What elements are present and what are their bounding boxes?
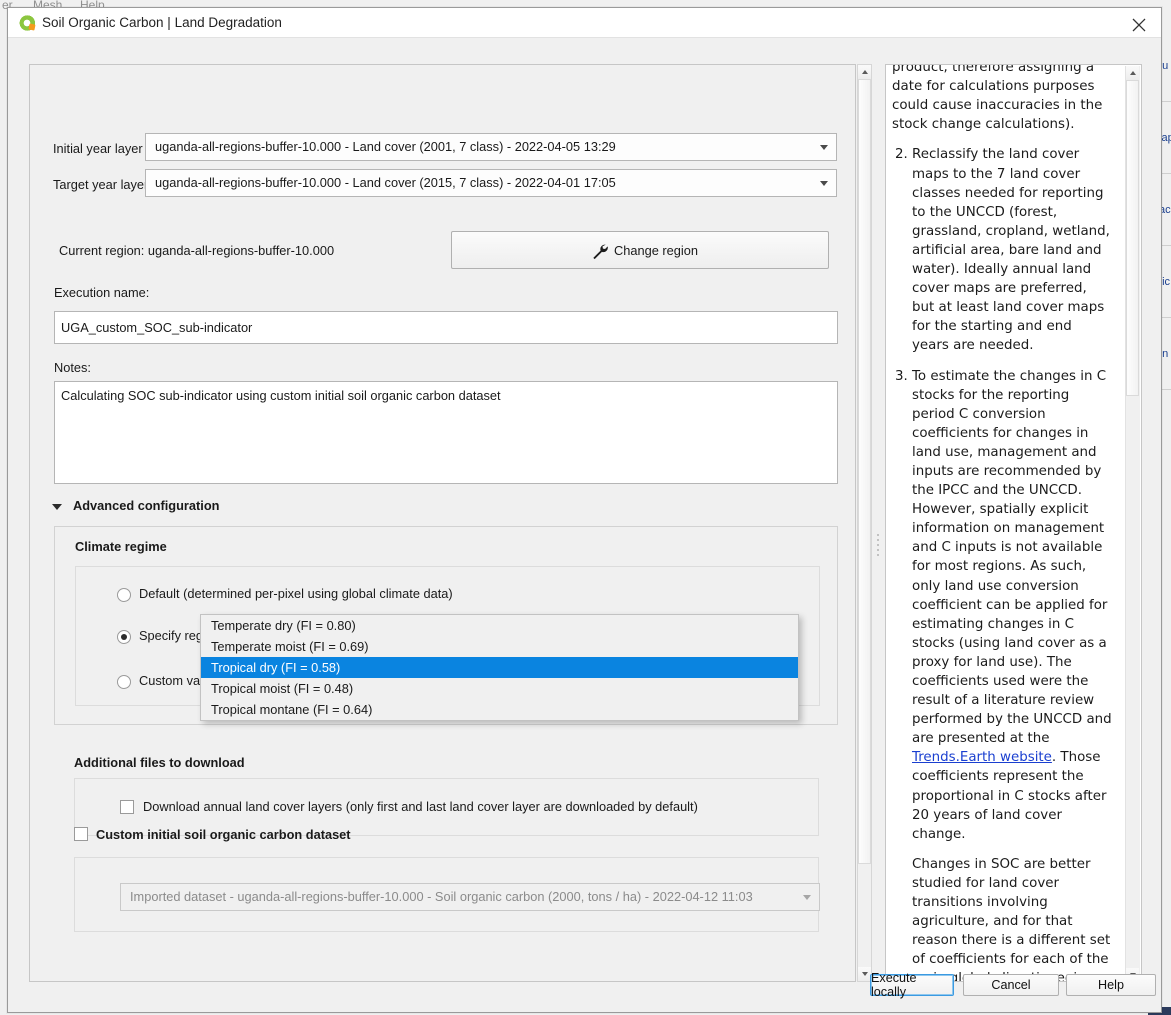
dialog-body: Initial year layer uganda-all-regions-bu… [8,38,1161,1012]
wrench-icon [590,241,610,264]
dropdown-option[interactable]: Tropical montane (FI = 0.64) [201,699,798,720]
scroll-up-button[interactable] [858,65,871,79]
additional-files-title: Additional files to download [74,755,245,770]
docs-step-2: Reclassify the land cover maps to the 7 … [912,145,1112,355]
current-region-label: Current region: uganda-all-regions-buffe… [59,243,334,258]
advanced-configuration-label: Advanced configuration [73,498,219,513]
dialog-footer: Execute locally Cancel Help [8,968,1161,1012]
chevron-down-icon [803,895,811,900]
target-year-layer-combo[interactable]: uganda-all-regions-buffer-10.000 - Land … [145,169,837,197]
notes-textarea[interactable]: Calculating SOC sub-indicator using cust… [54,381,838,484]
execution-name-value: UGA_custom_SOC_sub-indicator [61,320,252,335]
execution-name-label: Execution name: [54,285,149,300]
climate-regime-title: Climate regime [75,539,167,554]
docs-scrollbar-thumb[interactable] [1126,80,1139,396]
cancel-button[interactable]: Cancel [963,974,1059,996]
regime-dropdown-popup[interactable]: Temperate dry (FI = 0.80) Temperate mois… [200,614,799,721]
radio-default-regime-label: Default (determined per-pixel using glob… [139,586,453,601]
dropdown-option[interactable]: Tropical moist (FI = 0.48) [201,678,798,699]
change-region-label: Change region [614,243,698,258]
dropdown-option[interactable]: Temperate dry (FI = 0.80) [201,615,798,636]
custom-soc-dataset-label: Custom initial soil organic carbon datas… [96,827,351,842]
documentation-scrollbar[interactable] [1125,66,1140,982]
initial-year-layer-combo[interactable]: uganda-all-regions-buffer-10.000 - Land … [145,133,837,161]
splitter-grip [877,534,879,559]
form-panel: Initial year layer uganda-all-regions-bu… [29,64,856,982]
custom-soc-dataset-combo[interactable]: Imported dataset - uganda-all-regions-bu… [120,883,820,911]
custom-soc-dataset-checkbox[interactable] [74,827,88,841]
radio-custom-value[interactable] [117,675,131,689]
scrollbar-thumb[interactable] [858,79,871,864]
initial-year-layer-value: uganda-all-regions-buffer-10.000 - Land … [155,139,616,154]
radio-default-regime[interactable] [117,588,131,602]
docs-step-3: To estimate the changes in C stocks for … [912,367,1112,983]
soil-organic-carbon-dialog: Soil Organic Carbon | Land Degradation I… [7,7,1162,1013]
notes-value: Calculating SOC sub-indicator using cust… [61,388,501,403]
dropdown-option-selected[interactable]: Tropical dry (FI = 0.58) [201,657,798,678]
dialog-titlebar: Soil Organic Carbon | Land Degradation [8,8,1161,38]
target-year-layer-label: Target year layer [53,177,148,192]
radio-specify-regime[interactable] [117,630,131,644]
chevron-down-icon [820,181,828,186]
docs-step-3-before-link: To estimate the changes in C stocks for … [912,369,1112,747]
dropdown-option[interactable]: Temperate moist (FI = 0.69) [201,636,798,657]
documentation-panel: many years to produce this product, ther… [885,64,1142,982]
qgis-logo-icon [19,15,35,31]
target-year-layer-value: uganda-all-regions-buffer-10.000 - Land … [155,175,616,190]
download-annual-layers-label: Download annual land cover layers (only … [143,799,698,814]
docs-scroll-up-button[interactable] [1126,66,1139,80]
chevron-down-icon [820,145,828,150]
help-button[interactable]: Help [1066,974,1156,996]
download-annual-layers-checkbox[interactable] [120,800,134,814]
change-region-button[interactable]: Change region [451,231,829,269]
docs-step-3-paragraph-2: Changes in SOC are better studied for la… [912,855,1112,982]
triangle-up-icon [862,70,868,74]
close-icon[interactable] [1117,8,1161,37]
custom-soc-dataset-box: Imported dataset - uganda-all-regions-bu… [74,857,819,932]
triangle-up-icon [1130,71,1136,75]
execution-name-input[interactable]: UGA_custom_SOC_sub-indicator [54,311,838,344]
panel-splitter[interactable] [874,64,883,982]
triangle-down-icon [52,504,62,510]
custom-soc-dataset-value: Imported dataset - uganda-all-regions-bu… [130,889,753,904]
docs-paragraph-intro-tail: many years to produce this product, ther… [892,64,1112,134]
execute-locally-button[interactable]: Execute locally [870,974,954,996]
notes-label: Notes: [54,360,91,375]
trends-earth-link[interactable]: Trends.Earth website [912,750,1052,765]
form-panel-scrollbar[interactable] [857,64,872,982]
initial-year-layer-label: Initial year layer [53,141,143,156]
dialog-title: Soil Organic Carbon | Land Degradation [42,15,282,30]
docs-steps-list: Reclassify the land cover maps to the 7 … [892,145,1112,982]
documentation-text: many years to produce this product, ther… [886,64,1118,982]
